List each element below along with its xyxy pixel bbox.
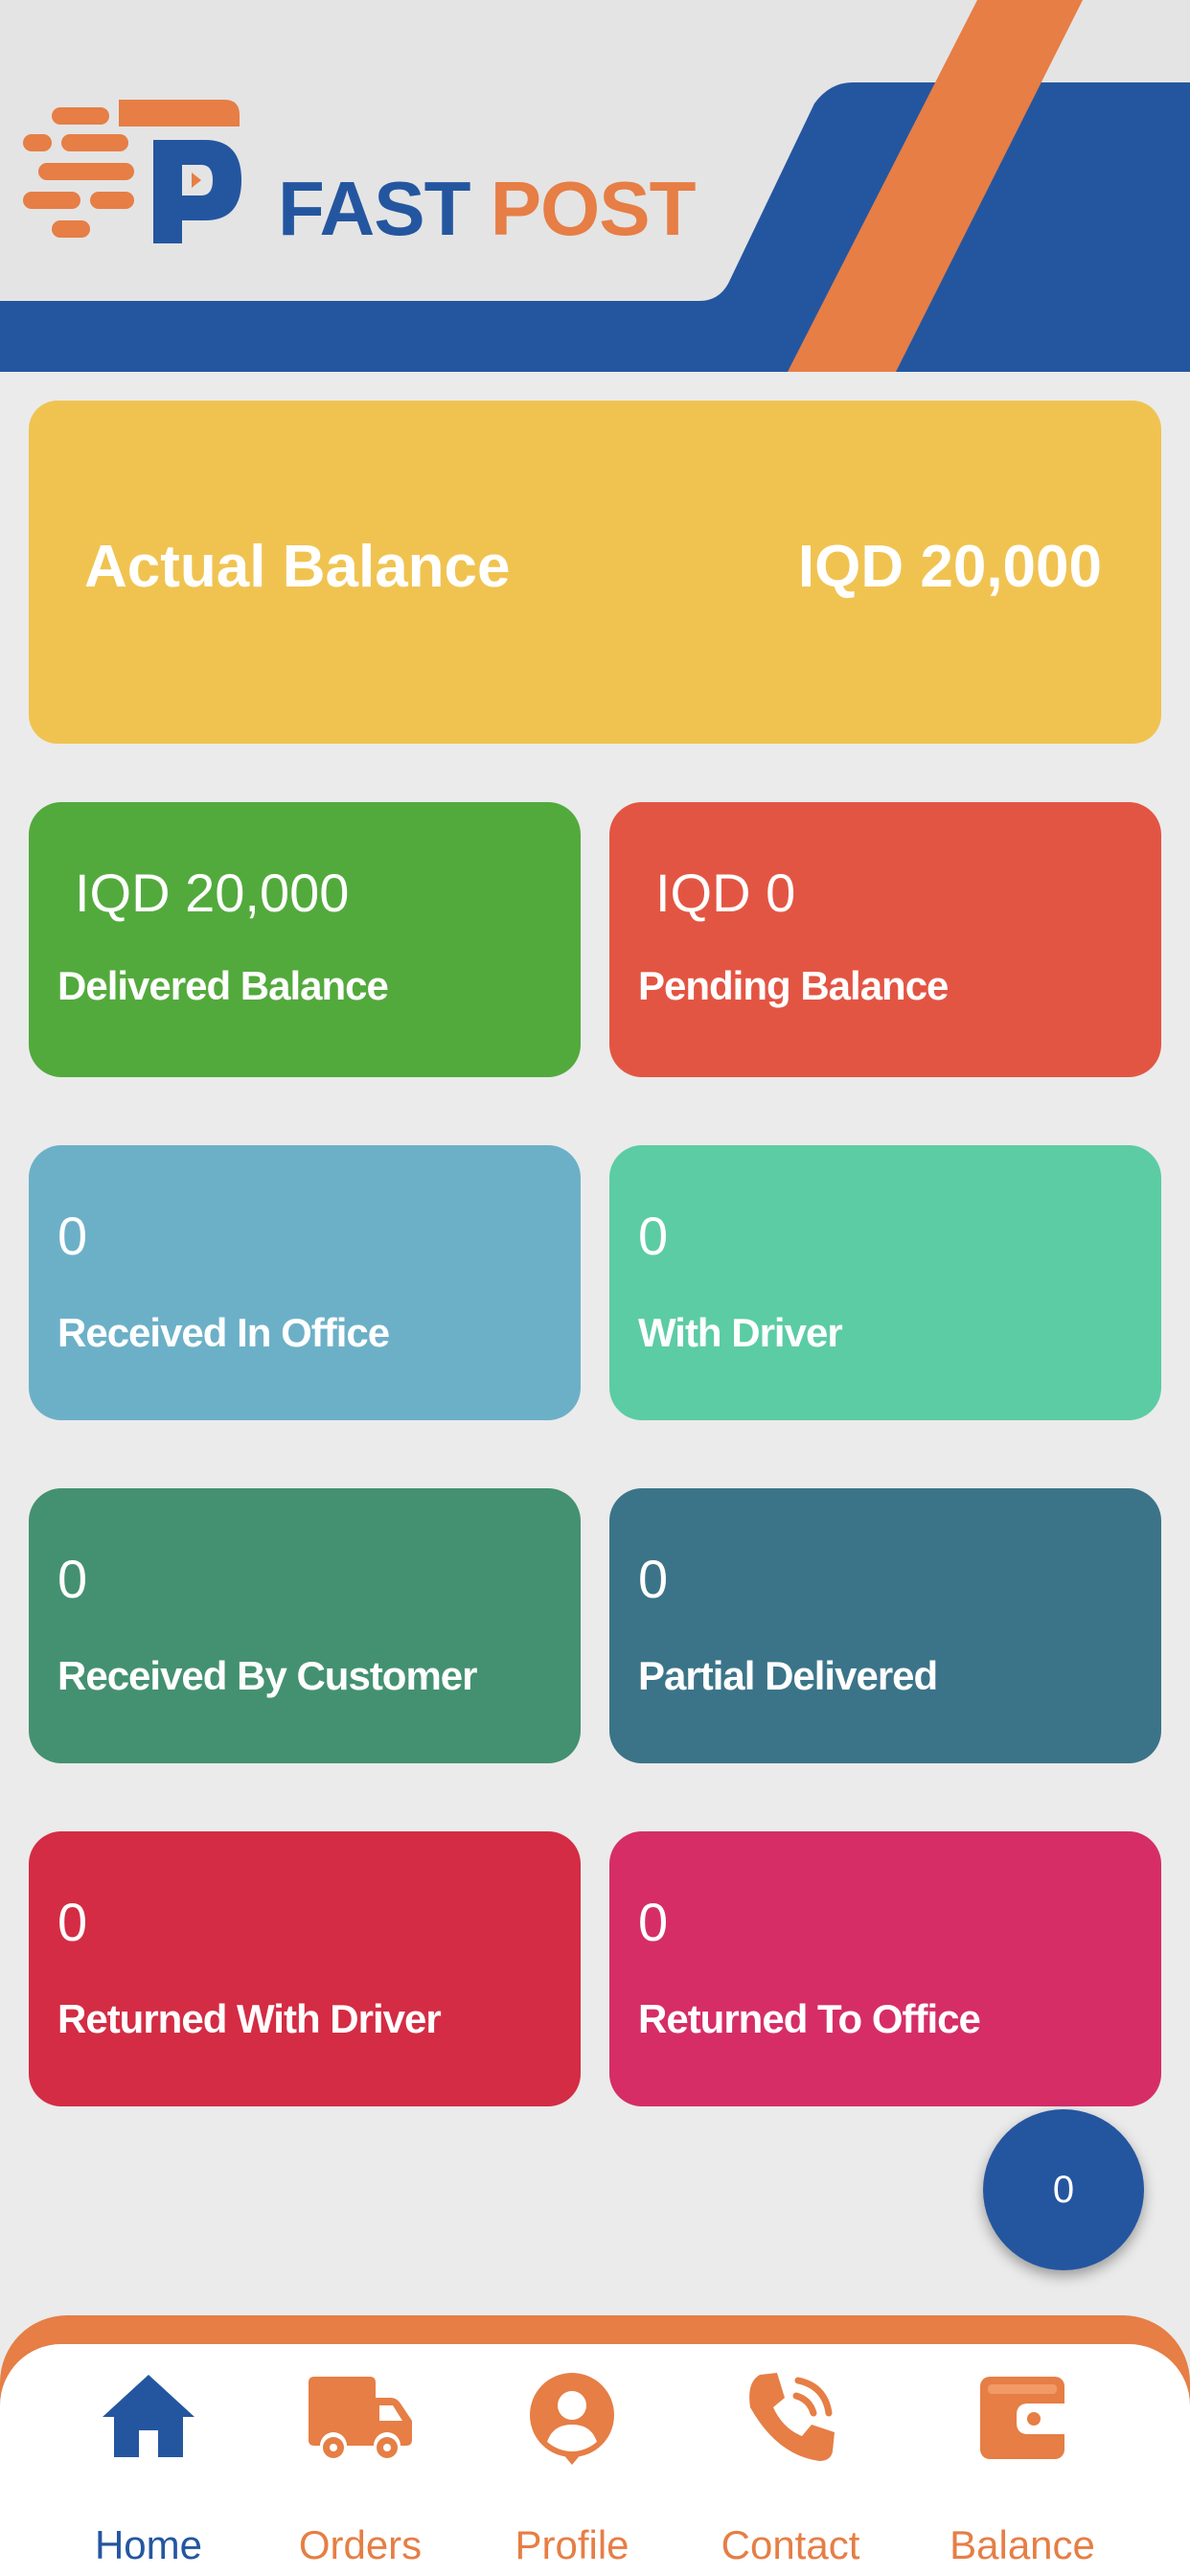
brand-post: POST (490, 166, 697, 251)
tile-pending-balance[interactable]: IQD 0 Pending Balance (609, 802, 1161, 1077)
home-icon (103, 2375, 195, 2457)
tile-value: 0 (57, 1206, 88, 1266)
tile-label: Pending Balance (638, 963, 949, 1008)
nav-item-contact[interactable]: Contact (685, 2344, 896, 2576)
tile-label: Received By Customer (57, 1653, 478, 1698)
actual-balance-amount: IQD 20,000 (797, 534, 1102, 600)
fab-count: 0 (1052, 2168, 1075, 2211)
tile-received-in-office[interactable]: 0 Received In Office (29, 1145, 581, 1420)
actual-balance-label: Actual Balance (84, 534, 511, 600)
tile-value: 0 (638, 1892, 669, 1952)
notification-count-button[interactable]: 0 (983, 2109, 1144, 2270)
tile-label: Partial Delivered (638, 1653, 938, 1698)
tile-value: IQD 0 (655, 862, 796, 923)
tile-value: 0 (57, 1892, 88, 1952)
tile-delivered-balance[interactable]: IQD 20,000 Delivered Balance (29, 802, 581, 1077)
tile-with-driver[interactable]: 0 With Driver (609, 1145, 1161, 1420)
nav-item-orders[interactable]: Orders (255, 2344, 466, 2576)
nav-label-profile: Profile (515, 2522, 629, 2567)
tile-value: 0 (57, 1549, 88, 1609)
tile-label: Received In Office (57, 1310, 390, 1355)
app-header: FAST POST (0, 0, 1190, 372)
phone-icon (749, 2373, 835, 2461)
tile-returned-with-driver[interactable]: 0 Returned With Driver (29, 1831, 581, 2106)
nav-item-home[interactable]: Home (43, 2344, 254, 2576)
wallet-icon (980, 2377, 1064, 2459)
tile-label: Delivered Balance (57, 963, 389, 1008)
actual-balance-card[interactable]: Actual Balance IQD 20,000 (29, 401, 1161, 744)
tile-received-by-customer[interactable]: 0 Received By Customer (29, 1488, 581, 1763)
tile-label: With Driver (638, 1310, 843, 1355)
nav-label-orders: Orders (298, 2522, 423, 2567)
tile-returned-to-office[interactable]: 0 Returned To Office (609, 1831, 1161, 2106)
brand-fast: FAST (278, 166, 470, 251)
nav-label-home: Home (94, 2522, 203, 2567)
tile-value: 0 (638, 1549, 669, 1609)
tile-partial-delivered[interactable]: 0 Partial Delivered (609, 1488, 1161, 1763)
profile-icon (530, 2373, 614, 2465)
fast-post-logo-icon (23, 100, 241, 243)
nav-label-balance: Balance (950, 2522, 1095, 2567)
truck-icon (309, 2377, 412, 2458)
tile-value: IQD 20,000 (75, 862, 350, 923)
nav-item-profile[interactable]: Profile (467, 2344, 677, 2576)
tile-label: Returned To Office (638, 1996, 981, 2041)
tile-label: Returned With Driver (57, 1996, 442, 2041)
nav-label-contact: Contact (721, 2522, 860, 2567)
bottom-nav: Home Orders Profile Contact Balance (0, 2344, 1190, 2576)
tile-value: 0 (638, 1206, 669, 1266)
brand-name: FAST POST (278, 171, 696, 247)
nav-item-balance[interactable]: Balance (917, 2344, 1128, 2576)
